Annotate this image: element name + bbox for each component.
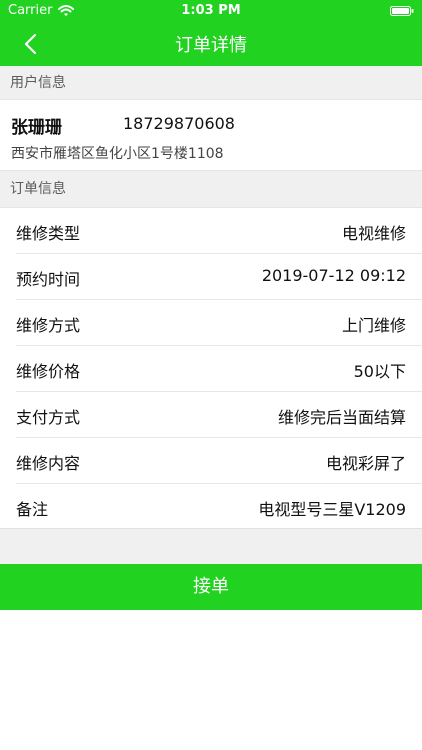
row-value: 维修完后当面结算 — [277, 408, 406, 427]
user-info-section-header: 用户信息 — [0, 66, 422, 100]
user-phone: 18729870608 — [123, 114, 235, 133]
order-row-repair-price: 维修价格 50以下 — [16, 346, 422, 392]
order-row-payment-method: 支付方式 维修完后当面结算 — [16, 392, 422, 438]
user-info-card: 张珊珊 18729870608 西安市雁塔区鱼化小区1号楼1108 — [0, 101, 422, 171]
row-label: 维修类型 — [16, 224, 81, 243]
app-header: Carrier 1:03 PM 订单详情 — [0, 0, 422, 66]
order-row-appointment-time: 预约时间 2019-07-12 09:12 — [16, 254, 422, 300]
page-title: 订单详情 — [175, 35, 247, 56]
row-value: 电视彩屏了 — [325, 454, 406, 473]
row-label: 备注 — [16, 500, 49, 519]
order-detail-list: 维修类型 电视维修 预约时间 2019-07-12 09:12 维修方式 上门维… — [0, 208, 422, 530]
spacer-band — [0, 529, 422, 564]
row-label: 维修方式 — [16, 316, 81, 335]
order-info-section-header: 订单信息 — [0, 171, 422, 208]
row-value: 电视维修 — [341, 224, 406, 243]
row-label: 维修内容 — [16, 454, 81, 473]
nav-bar: 订单详情 — [0, 22, 422, 66]
row-label: 预约时间 — [16, 270, 81, 289]
row-value: 2019-07-12 09:12 — [261, 266, 406, 285]
order-row-repair-content: 维修内容 电视彩屏了 — [16, 438, 422, 484]
status-time: 1:03 PM — [181, 3, 241, 18]
row-value: 电视型号三星V1209 — [258, 500, 406, 519]
user-name: 张珊珊 — [11, 118, 62, 138]
row-label: 维修价格 — [16, 362, 81, 381]
row-label: 支付方式 — [16, 408, 81, 427]
order-row-repair-type: 维修类型 电视维修 — [16, 208, 422, 254]
order-row-remarks: 备注 电视型号三星V1209 — [0, 484, 422, 530]
status-bar: Carrier 1:03 PM — [0, 0, 422, 22]
row-value: 上门维修 — [341, 316, 406, 335]
accept-order-button[interactable]: 接单 — [0, 564, 422, 610]
battery-icon — [390, 6, 414, 16]
user-address: 西安市雁塔区鱼化小区1号楼1108 — [11, 146, 224, 162]
order-row-repair-method: 维修方式 上门维修 — [16, 300, 422, 346]
row-value: 50以下 — [353, 362, 406, 381]
